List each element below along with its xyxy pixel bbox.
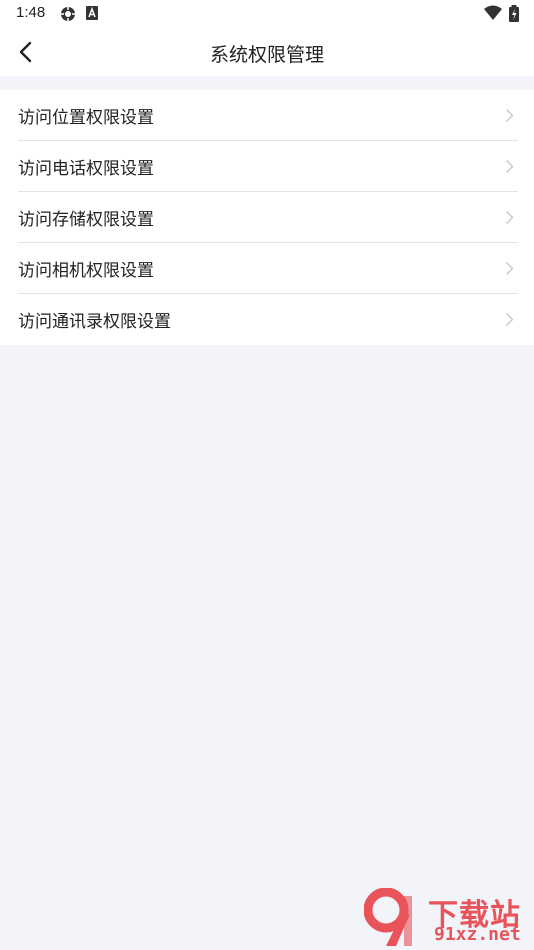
battery-charging-icon	[508, 5, 520, 27]
permission-list: 访问位置权限设置 访问电话权限设置 访问存储权限设置 访问相机权限设置 访问通讯…	[0, 90, 534, 345]
permission-item-label: 访问存储权限设置	[18, 210, 154, 230]
permission-item-label: 访问相机权限设置	[18, 261, 154, 281]
chevron-right-icon	[506, 262, 514, 275]
chevron-right-icon	[506, 313, 514, 326]
top-area: 1:48 系统权限管理	[0, 0, 534, 76]
permission-item-camera[interactable]: 访问相机权限设置	[0, 243, 534, 294]
status-bar: 1:48	[0, 0, 534, 28]
status-time: 1:48	[16, 4, 46, 21]
page-title: 系统权限管理	[209, 44, 324, 66]
permission-item-label: 访问电话权限设置	[18, 159, 154, 179]
chevron-right-icon	[506, 109, 514, 122]
accessibility-a-icon	[85, 5, 99, 25]
permission-item-phone[interactable]: 访问电话权限设置	[0, 141, 534, 192]
nav-bar: 系统权限管理	[0, 28, 534, 76]
watermark-url: 91xz.net	[434, 924, 521, 945]
permission-item-storage[interactable]: 访问存储权限设置	[0, 192, 534, 243]
watermark-logo-icon	[364, 888, 412, 946]
permission-item-contacts[interactable]: 访问通讯录权限设置	[0, 294, 534, 345]
wifi-icon	[483, 5, 503, 25]
settings-gear-icon	[59, 5, 77, 27]
permission-item-label: 访问位置权限设置	[18, 108, 154, 128]
chevron-right-icon	[506, 160, 514, 173]
permission-item-label: 访问通讯录权限设置	[18, 312, 171, 332]
chevron-right-icon	[506, 211, 514, 224]
permission-item-location[interactable]: 访问位置权限设置	[0, 90, 534, 141]
watermark: 下载站 91xz.net	[364, 888, 534, 948]
